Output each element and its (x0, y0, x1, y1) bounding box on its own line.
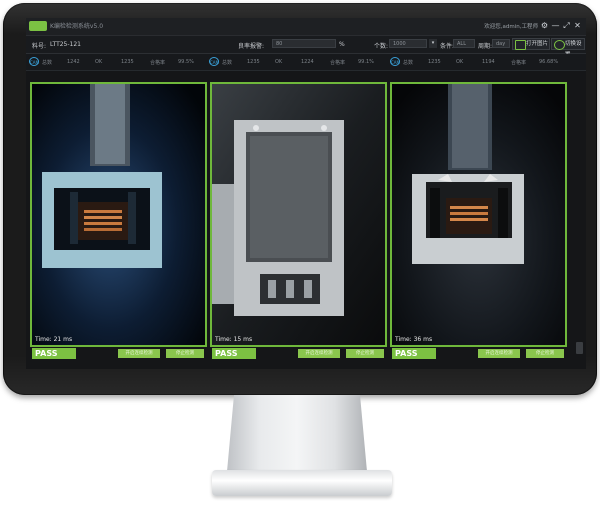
filter-select[interactable]: ALL (453, 39, 475, 48)
filter-label: 条件: (440, 43, 455, 50)
start-continuous-button[interactable]: 开启连续检测 (298, 349, 340, 358)
app-window: K编检检测系统v5.0 欢迎您,admin,工程师 ⚙ — ⤢ ✕ 料号: LT… (26, 18, 586, 369)
title-bar: K编检检测系统v5.0 欢迎您,admin,工程师 ⚙ — ⤢ ✕ (26, 18, 586, 36)
minimize-icon[interactable]: — (550, 20, 561, 31)
stat-total: 1242 (67, 59, 80, 65)
stat-ok-label: OK (95, 59, 103, 65)
app-title: K编检检测系统v5.0 (50, 23, 104, 30)
stat-rate-label: 合格率 (330, 60, 346, 66)
rate-alarm-label: 良率报警: (238, 43, 265, 50)
switch-settings-button[interactable]: 切换设置 (551, 38, 585, 58)
image-icon (515, 40, 526, 50)
pass-badge: PASS (392, 348, 436, 359)
count-label: 个数: (374, 43, 389, 50)
stat-rate-label: 合格率 (150, 60, 166, 66)
chevron-down-icon[interactable]: ▾ (429, 39, 437, 48)
close-icon[interactable]: ✕ (572, 20, 583, 31)
stat-total-label: 总数 (42, 60, 53, 66)
inductor-image-1 (32, 84, 205, 345)
inductor-image-2 (212, 84, 385, 345)
toolbar: 料号: LTT25-121 良率报警: 80 % 个数: 1000 ▾ 条件: … (26, 36, 586, 58)
part-label: 料号: (32, 43, 47, 50)
stat-total: 1235 (247, 59, 260, 65)
camera-icon: CAM (29, 57, 39, 66)
monitor-stand-base (212, 470, 392, 496)
start-continuous-button[interactable]: 开启连续检测 (118, 349, 160, 358)
camera-view-2: Time: 15 ms (210, 82, 387, 347)
stat-total-label: 总数 (403, 60, 414, 66)
stat-ok-label: OK (456, 59, 464, 65)
part-value: LTT25-121 (50, 41, 81, 48)
camera-icon: CAM (390, 57, 400, 66)
stat-ok: 1235 (121, 59, 134, 65)
stats-bar: CAM 总数 1242 OK 1235 合格率 99.5% CAM 总数 123… (26, 54, 586, 71)
stop-detect-button[interactable]: 停止检测 (346, 349, 384, 358)
user-greeting: 欢迎您,admin,工程师 (484, 24, 538, 30)
open-image-button[interactable]: 打开图片 (512, 38, 550, 50)
inspection-time: Time: 15 ms (215, 336, 253, 343)
open-image-label: 打开图片 (526, 41, 549, 47)
stat-rate: 99.1% (358, 59, 374, 65)
inspection-time: Time: 36 ms (395, 336, 433, 343)
settings-icon[interactable]: ⚙ (539, 20, 550, 31)
pass-badge: PASS (212, 348, 256, 359)
camera-view-1: Time: 21 ms (30, 82, 207, 347)
start-continuous-button[interactable]: 开启连续检测 (478, 349, 520, 358)
stop-detect-button[interactable]: 停止检测 (526, 349, 564, 358)
scrollbar-handle[interactable] (576, 342, 583, 354)
stat-rate-label: 合格率 (511, 60, 527, 66)
rate-alarm-input[interactable]: 80 (272, 39, 336, 48)
stat-rate: 96.68% (539, 59, 559, 65)
monitor-stand-neck (226, 395, 368, 477)
inductor-image-3 (392, 84, 565, 345)
camera-view-3: Time: 36 ms (390, 82, 567, 347)
camera-panel-2: Time: 15 ms PASS 开启连续检测 停止检测 (210, 82, 387, 360)
camera-panel-3: Time: 36 ms PASS 开启连续检测 停止检测 (390, 82, 567, 360)
gear-icon (554, 40, 565, 50)
rate-unit: % (339, 41, 345, 48)
stop-detect-button[interactable]: 停止检测 (166, 349, 204, 358)
period-select[interactable]: day (492, 39, 510, 48)
stat-total: 1235 (428, 59, 441, 65)
count-input[interactable]: 1000 (389, 39, 427, 48)
stat-total-label: 总数 (222, 60, 233, 66)
stat-ok: 1194 (482, 59, 495, 65)
inspection-time: Time: 21 ms (35, 336, 73, 343)
stat-ok: 1224 (301, 59, 314, 65)
stat-rate: 99.5% (178, 59, 194, 65)
restore-icon[interactable]: ⤢ (561, 20, 572, 31)
camera-icon: CAM (209, 57, 219, 66)
pass-badge: PASS (32, 348, 76, 359)
camera-panel-1: Time: 21 ms PASS 开启连续检测 停止检测 (30, 82, 207, 360)
app-logo (29, 21, 47, 31)
period-label: 周期: (478, 43, 493, 50)
stat-ok-label: OK (275, 59, 283, 65)
